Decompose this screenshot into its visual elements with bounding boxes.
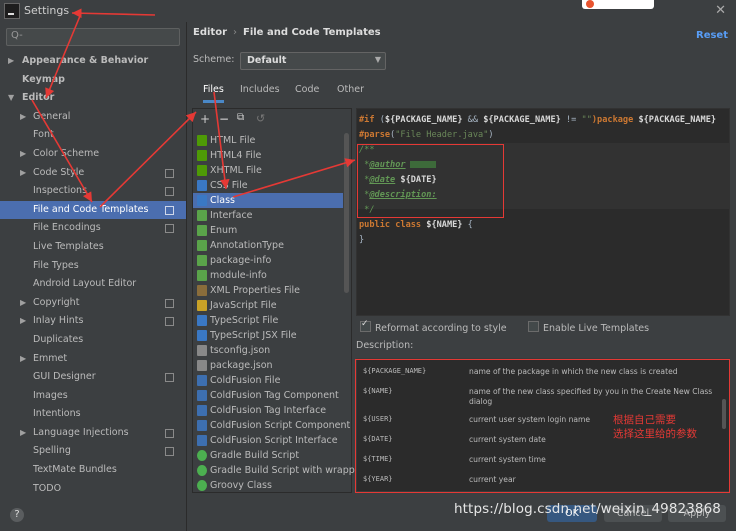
arrow-to-comment	[232, 158, 356, 198]
annotation-arrows	[31, 8, 356, 208]
arrow-to-files-tab	[99, 111, 197, 208]
arrow-to-title	[71, 8, 156, 19]
arrow-to-class-item	[213, 91, 230, 190]
arrow-to-templates-item	[31, 99, 93, 203]
arrow-to-editor	[45, 15, 81, 99]
